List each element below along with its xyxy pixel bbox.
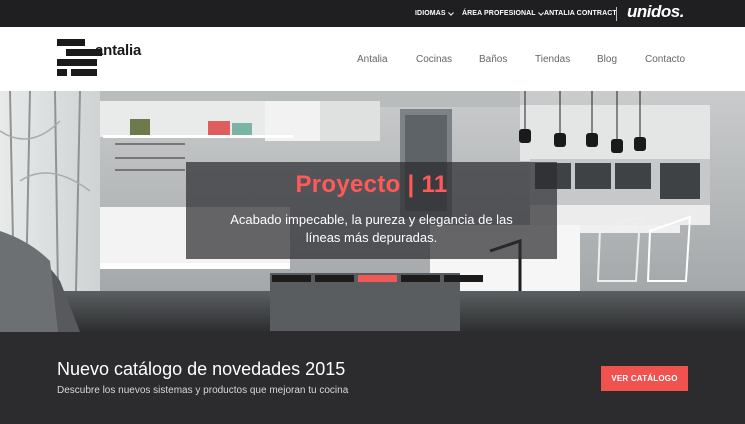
languages-menu[interactable]: IDIOMAS (415, 0, 454, 27)
main-header: antalia Antalia Cocinas Baños Tiendas Bl… (0, 27, 745, 91)
slide-title: Proyecto | 11 (295, 171, 448, 198)
languages-link[interactable]: IDIOMAS (415, 10, 454, 17)
contract-menu[interactable]: ANTALIA CONTRACT (544, 0, 617, 27)
hero-slider[interactable]: Proyecto | 11 Acabado impecable, la pure… (0, 91, 745, 332)
unidos-brand-logo[interactable]: unidos. (627, 2, 684, 22)
chevron-down-icon (537, 11, 544, 16)
catalog-banner: Nuevo catálogo de novedades 2015 Descubr… (0, 332, 745, 424)
professional-area-menu[interactable]: ÁREA PROFESIONAL (462, 0, 544, 27)
nav-item-cocinas[interactable]: Cocinas (416, 54, 452, 65)
chevron-down-icon (447, 11, 454, 16)
nav-item-blog[interactable]: Blog (597, 54, 617, 65)
professional-area-link[interactable]: ÁREA PROFESIONAL (462, 10, 544, 17)
nav-item-contacto[interactable]: Contacto (645, 54, 685, 65)
slide-dot[interactable] (401, 275, 440, 282)
logo-bar (57, 39, 85, 46)
topbar-divider (616, 7, 617, 21)
slide-description: Acabado impecable, la pureza y elegancia… (230, 212, 513, 245)
slide-caption: Proyecto | 11 Acabado impecable, la pure… (186, 162, 557, 259)
nav-item-antalia[interactable]: Antalia (357, 54, 388, 65)
professional-area-label: ÁREA PROFESIONAL (462, 10, 536, 17)
languages-label: IDIOMAS (415, 10, 446, 17)
catalog-title: Nuevo catálogo de novedades 2015 (57, 359, 346, 379)
nav-item-tiendas[interactable]: Tiendas (535, 54, 570, 65)
top-utility-bar: IDIOMAS ÁREA PROFESIONAL ANTALIA CONTRAC… (0, 0, 745, 27)
slide-dot[interactable] (272, 275, 311, 282)
nav-item-banos[interactable]: Baños (479, 54, 507, 65)
slide-dot[interactable] (444, 275, 483, 282)
slide-dot[interactable] (315, 275, 354, 282)
slider-pagination (272, 275, 483, 282)
logo-bar (57, 69, 67, 76)
main-navigation: Antalia Cocinas Baños Tiendas Blog Conta… (0, 54, 745, 70)
logo-bar (71, 69, 97, 76)
view-catalog-button[interactable]: VER CATÁLOGO (601, 366, 688, 391)
slide-dot-active[interactable] (358, 275, 397, 282)
contract-link[interactable]: ANTALIA CONTRACT (544, 10, 617, 17)
catalog-subtitle: Descubre los nuevos sistemas y productos… (57, 385, 349, 396)
